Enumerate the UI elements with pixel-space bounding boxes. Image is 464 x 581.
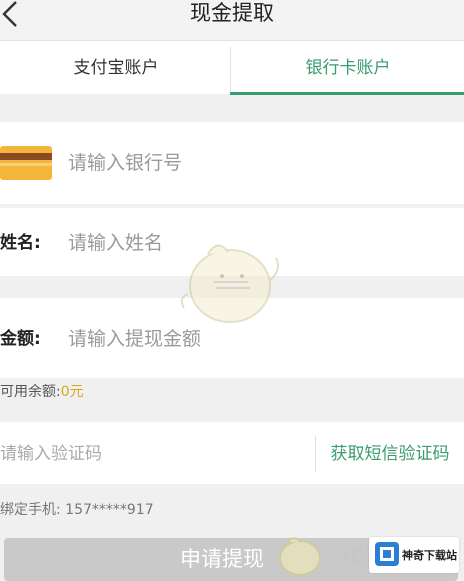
download-site-badge: 神奇下载站 [369,537,459,573]
mascot-watermark-icon [178,236,282,336]
download-site-text: 神奇下载站 [402,549,457,562]
balance-label: 可用余额: [0,384,61,400]
available-balance: 可用余额:0元 [0,383,84,401]
tab-bank-card[interactable]: 银行卡账户 [232,41,464,95]
download-site-logo-icon [375,542,399,566]
bound-phone: 绑定手机: 157*****917 [0,502,154,518]
amount-label: 金额: [0,329,41,349]
get-sms-code-button[interactable]: 获取短信验证码 [316,436,464,472]
page-title: 现金提取 [190,1,274,25]
tab-alipay[interactable]: 支付宝账户 [0,41,232,95]
tab-bar: 支付宝账户 银行卡账户 [0,40,464,95]
balance-value: 0元 [60,384,84,400]
bank-card-icon [0,146,52,180]
3d-watermark: 3D [336,545,369,569]
top-bar: 现金提取 [0,0,464,40]
small-mascot-watermark-icon [276,534,324,578]
active-tab-indicator [230,92,464,95]
name-label: 姓名: [0,233,41,253]
tab-divider [230,47,231,91]
verification-code-input[interactable] [0,438,300,470]
bank-number-input[interactable] [68,146,448,180]
